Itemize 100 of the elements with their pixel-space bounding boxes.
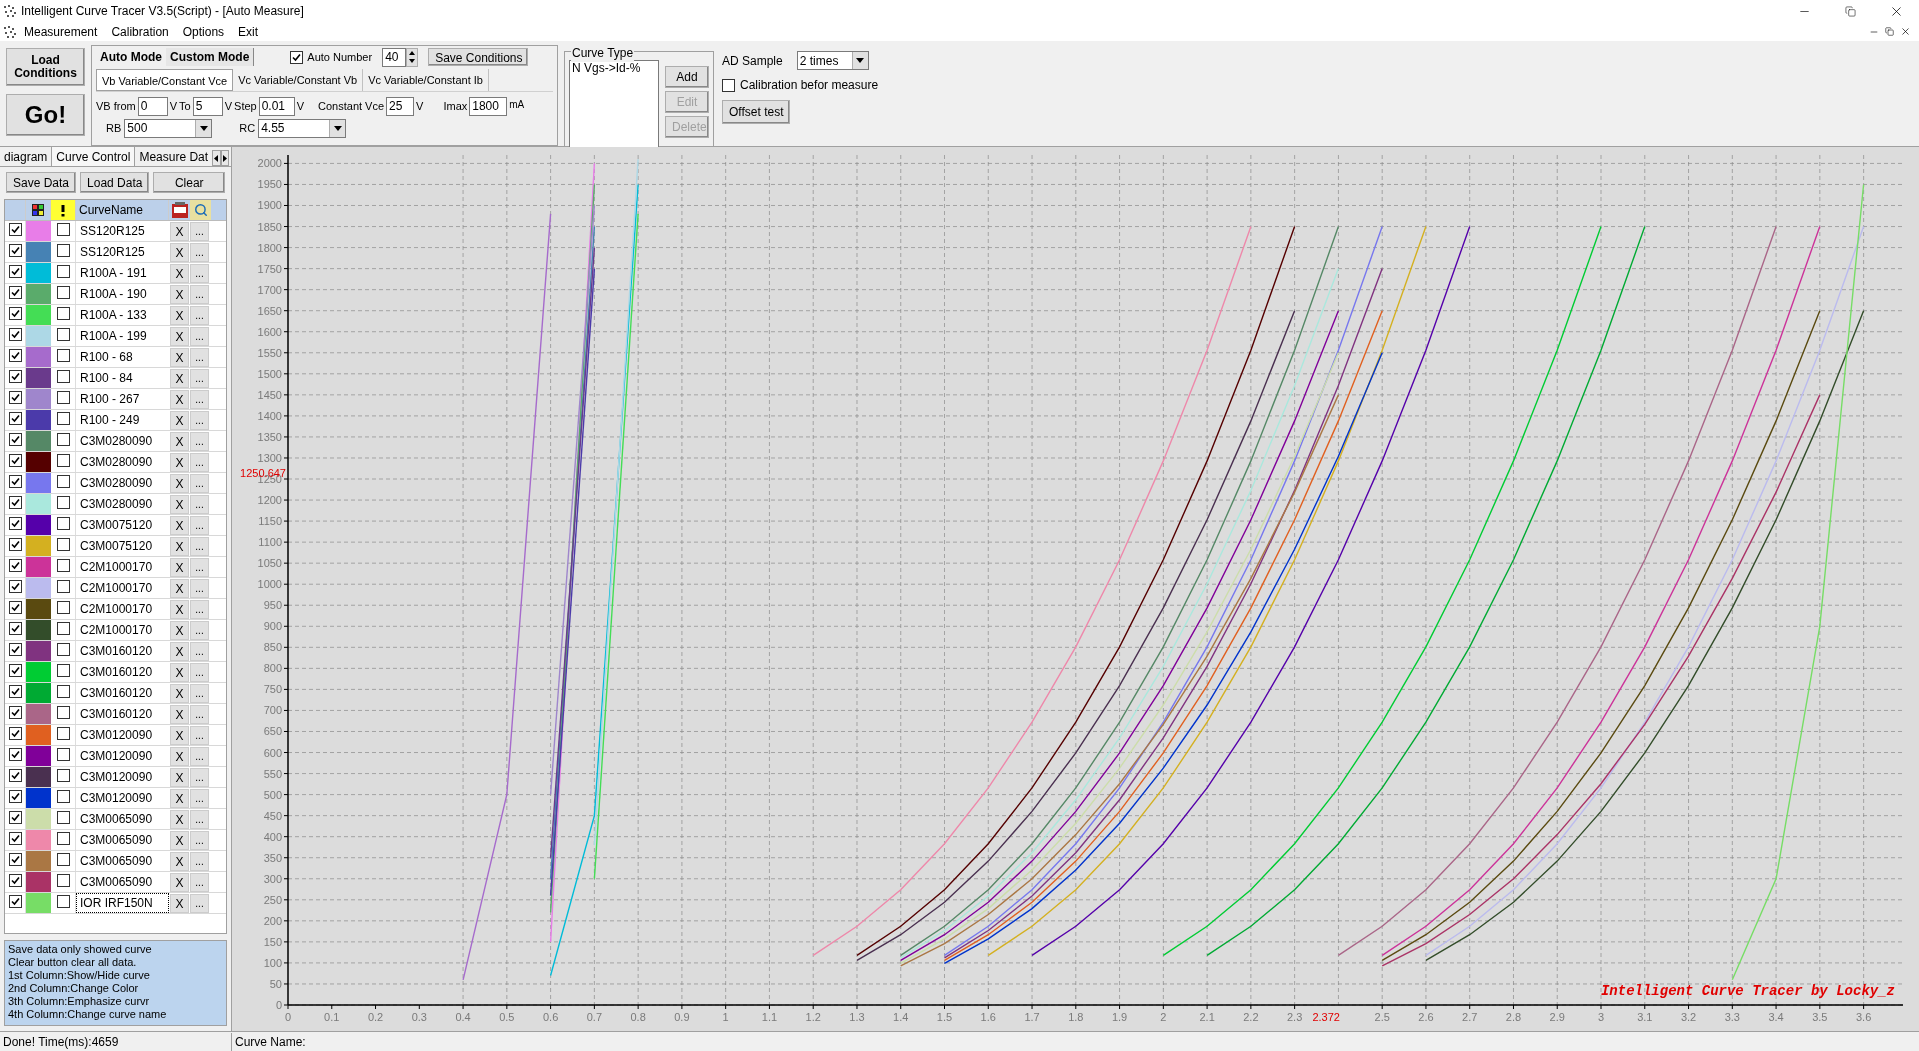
x-tick-label: 1.5 [936, 1011, 953, 1023]
x-tick-label: 2 [1160, 1011, 1167, 1023]
y-tick-label: 1650 [257, 304, 282, 317]
y-tick-label: 1300 [257, 451, 282, 464]
y-tick-label: 600 [263, 746, 282, 759]
y-tick-label: 1700 [257, 283, 282, 296]
x-tick-label: 3.2 [1680, 1011, 1697, 1023]
help-text: Save data only showed curve [8, 943, 153, 956]
help-text: 4th Column:Change curve name [8, 1008, 168, 1021]
x-tick-label: 2.1 [1199, 1011, 1215, 1023]
y-tick-label: 200 [263, 914, 282, 927]
field-label: Step [234, 98, 257, 114]
y-tick-label: 1600 [257, 325, 282, 338]
calibration-label: Calibration befor measure [740, 77, 879, 94]
x-tick-label: 2.2 [1243, 1011, 1259, 1023]
help-text: 2nd Column:Change Color [8, 982, 140, 995]
y-tick-label: 850 [263, 641, 282, 654]
status-message: Done! Time(ms):4659 [0, 1032, 232, 1051]
x-tick-label: 3 [1597, 1011, 1605, 1023]
x-tick-label: 3.4 [1768, 1011, 1784, 1023]
field-label: RB [106, 120, 122, 136]
x-tick-label: 0.9 [674, 1011, 690, 1023]
y-tick-label: 950 [263, 599, 282, 612]
x-tick-label: 1 [722, 1011, 729, 1023]
unit-label: V [169, 98, 178, 114]
y-tick-label: 500 [263, 788, 282, 801]
y-tick-label: 700 [263, 704, 282, 717]
y-tick-label: 2000 [257, 157, 282, 170]
ad-sample-label: AD Sample [722, 52, 783, 70]
column-header: CurveName [76, 200, 169, 220]
x-tick-label: 0.1 [324, 1011, 340, 1023]
y-tick-label: 250 [263, 893, 282, 906]
y-tick-label: 1850 [257, 220, 282, 233]
y-tick-label: 1050 [257, 557, 282, 570]
y-tick-label: 1800 [257, 241, 282, 254]
y-tick-label: 750 [263, 683, 282, 696]
y-tick-label: 1950 [257, 178, 282, 191]
x-tick-label: 2.5 [1374, 1011, 1390, 1023]
y-tick-label: 650 [263, 725, 282, 738]
x-tick-label: 3.1 [1637, 1011, 1653, 1023]
x-tick-label: 2.7 [1462, 1011, 1478, 1023]
y-tick-label: 100 [263, 956, 282, 969]
curve-name-status: Curve Name: [234, 1033, 307, 1051]
y-tick-label: 1500 [257, 367, 282, 380]
y-tick-label: 400 [263, 830, 282, 843]
y-tick-label: 1350 [257, 430, 282, 443]
field-label: Imax [443, 98, 468, 114]
help-text: 1st Column:Show/Hide curve [8, 969, 151, 982]
field-label: VB from [96, 98, 136, 114]
y-tick-label: 1750 [257, 262, 282, 275]
x-tick-label: 1.4 [893, 1011, 909, 1023]
credit-text: Intelligent Curve Tracer by Locky_z [1600, 983, 1895, 999]
x-tick-label: 3.3 [1724, 1011, 1740, 1023]
y-tick-label: 550 [263, 767, 282, 780]
cursor-x-readout: 2.372 [1312, 1011, 1340, 1023]
y-tick-label: 1100 [258, 536, 282, 549]
x-tick-label: 2.8 [1505, 1011, 1522, 1023]
y-tick-label: 900 [263, 620, 282, 633]
unit-label: mA [509, 97, 525, 112]
x-tick-label: 0 [284, 1011, 292, 1023]
x-tick-label: 0.2 [367, 1011, 384, 1023]
field-label: To [179, 98, 191, 114]
x-tick-label: 0.7 [586, 1011, 602, 1023]
x-tick-label: 2.3 [1287, 1011, 1303, 1023]
x-tick-label: 1.2 [805, 1011, 821, 1023]
auto-number-label: Auto Number [307, 49, 373, 65]
x-tick-label: 0.8 [630, 1011, 646, 1023]
y-tick-label: 800 [263, 662, 282, 675]
x-tick-label: 0.6 [542, 1011, 559, 1023]
x-tick-label: 0.3 [411, 1011, 427, 1023]
x-tick-label: 3.6 [1855, 1011, 1872, 1023]
y-tick-label: 300 [263, 872, 282, 885]
x-tick-label: 2.9 [1549, 1011, 1565, 1023]
field-label: Constant Vce [318, 98, 385, 114]
y-tick-label: 1150 [258, 515, 282, 528]
x-tick-label: 1.9 [1111, 1011, 1128, 1023]
y-tick-label: 1900 [257, 199, 282, 212]
x-tick-label: 1.3 [849, 1011, 865, 1023]
x-tick-label: 0.5 [499, 1011, 515, 1023]
x-tick-label: 2.6 [1418, 1011, 1434, 1023]
y-tick-label: 1450 [257, 388, 282, 401]
unit-label: V [224, 98, 233, 114]
help-text: Clear button clear all data. [8, 956, 138, 969]
x-tick-label: 1.6 [980, 1011, 996, 1023]
x-tick-label: 1.1 [761, 1011, 778, 1023]
field-label: RC [239, 120, 256, 136]
y-tick-label: 450 [263, 809, 282, 822]
y-tick-label: 0 [275, 999, 282, 1011]
y-tick-label: 150 [263, 935, 282, 948]
x-tick-label: 1.7 [1024, 1011, 1040, 1023]
y-tick-label: 50 [269, 977, 282, 990]
help-text: 3th Column:Emphasize curvr [8, 995, 151, 1008]
unit-label: V [296, 98, 305, 114]
x-tick-label: 3.5 [1812, 1011, 1828, 1023]
x-tick-label: 1.8 [1068, 1011, 1084, 1023]
y-tick-label: 1400 [257, 409, 282, 422]
y-tick-label: 1200 [257, 494, 282, 507]
y-tick-label: 1000 [257, 578, 282, 591]
window-title: Intelligent Curve Tracer V3.5(Script) - [Auto Measure] [21, 3, 304, 20]
x-tick-label: 0.4 [455, 1011, 471, 1023]
